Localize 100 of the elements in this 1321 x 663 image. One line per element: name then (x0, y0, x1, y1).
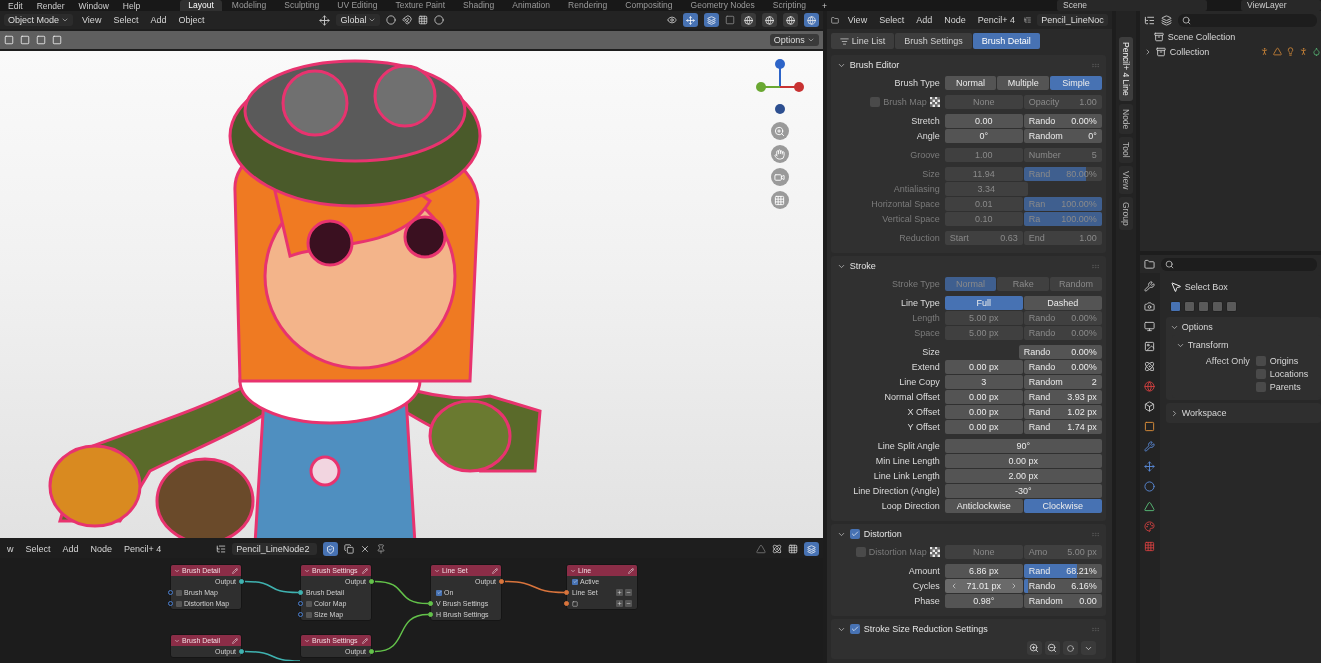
menu-item[interactable]: Window (72, 0, 115, 11)
view-layer-field[interactable]: ViewLayer (1241, 0, 1321, 11)
socket-dot[interactable] (168, 601, 173, 606)
mode-button[interactable] (1225, 300, 1237, 312)
socket-dot[interactable] (298, 590, 303, 595)
mode-button[interactable] (1169, 300, 1181, 312)
tree-item[interactable]: Scene Collection (1167, 31, 1236, 42)
mode-button[interactable] (1211, 300, 1223, 312)
socket-dot[interactable] (298, 601, 303, 606)
socket-dot[interactable] (369, 579, 374, 584)
number-field[interactable]: Random 0.00 (1023, 593, 1102, 608)
number-field[interactable]: 0.00 px (944, 389, 1023, 404)
pan-button[interactable] (770, 145, 789, 163)
close-icon[interactable] (360, 544, 371, 554)
tool-icon[interactable] (1144, 281, 1156, 292)
add-workspace-button[interactable]: + (815, 0, 833, 11)
search-field[interactable] (1160, 257, 1317, 271)
socket-dot[interactable] (428, 601, 433, 606)
section-title[interactable]: Options (1181, 322, 1213, 332)
orientation-dropdown[interactable]: Global (336, 14, 381, 26)
number-field[interactable]: 90° (944, 438, 1102, 453)
zoom-out-button[interactable] (1044, 641, 1060, 655)
checkbox[interactable] (1255, 382, 1266, 392)
axes-icon[interactable] (319, 14, 331, 26)
socket-dot[interactable] (564, 590, 569, 595)
workspace-tab[interactable]: Geometry Nodes (682, 0, 763, 11)
editor-type-icon[interactable] (830, 14, 839, 26)
node-tree-field[interactable]: Pencil_LineNoc (1037, 14, 1108, 26)
workspace-tab[interactable]: Scripting (764, 0, 814, 11)
number-field[interactable]: Random 0° (1023, 128, 1102, 143)
checkbox[interactable] (306, 600, 312, 607)
panel-title[interactable]: Stroke (849, 261, 1087, 271)
section-title[interactable]: Workspace (1181, 408, 1227, 418)
socket-dot[interactable] (369, 649, 374, 654)
number-field[interactable]: Rando 0.00% (1023, 113, 1102, 128)
mode-dropdown[interactable]: Object Mode (4, 14, 74, 26)
option-button[interactable]: Normal (944, 75, 997, 90)
magnet-icon[interactable] (402, 15, 413, 25)
menu-item[interactable]: Render (30, 0, 71, 11)
fake-user-button[interactable] (323, 542, 339, 556)
shading-button[interactable] (782, 13, 798, 27)
menu-item[interactable]: View (79, 15, 105, 25)
checkbox[interactable] (572, 578, 578, 585)
slider-field[interactable]: Rando 6.16% (1023, 578, 1102, 593)
checkbox[interactable] (849, 529, 860, 539)
node-tree-field[interactable]: Pencil_LineNode2 (232, 543, 318, 555)
panel-tab[interactable]: Brush Detail (972, 33, 1040, 49)
number-field[interactable]: Rando 0.00% (1023, 359, 1102, 374)
menu-item[interactable]: Help (116, 0, 147, 11)
zoom-button[interactable] (770, 122, 789, 140)
socket-dot[interactable] (168, 590, 173, 595)
socket-dot[interactable] (239, 579, 244, 584)
mode-button[interactable] (1183, 300, 1195, 312)
menu-item[interactable]: w (4, 544, 17, 554)
option-button[interactable]: Full (944, 295, 1023, 310)
socket-dot[interactable] (564, 601, 569, 606)
camera-button[interactable] (770, 168, 789, 186)
pencil-icon[interactable] (232, 567, 238, 574)
add-button[interactable] (616, 600, 623, 607)
menu-item[interactable]: Select (110, 15, 142, 25)
number-field[interactable]: 0° (944, 128, 1023, 143)
number-field[interactable]: 71.01 px (944, 578, 1023, 593)
checkbox[interactable] (436, 589, 442, 596)
scene-field[interactable]: Scene (1057, 0, 1207, 11)
number-field[interactable]: 6.86 px (944, 563, 1023, 578)
pencil-icon[interactable] (628, 567, 634, 574)
remove-button[interactable] (625, 589, 632, 596)
panel-tab[interactable]: Brush Settings (895, 33, 972, 49)
search-field[interactable] (1177, 13, 1317, 27)
shading-button[interactable] (803, 13, 819, 27)
node-tree-icon[interactable] (216, 544, 227, 554)
grid-button[interactable] (770, 191, 789, 209)
caret-button[interactable] (1080, 641, 1096, 655)
shading-button[interactable] (761, 13, 777, 27)
number-field[interactable]: 0.00 (944, 113, 1023, 128)
number-field[interactable]: 0.00 px (944, 453, 1102, 468)
section-title[interactable]: Transform (1187, 340, 1229, 350)
number-field[interactable]: Rand 1.74 px (1023, 419, 1102, 434)
socket-dot[interactable] (428, 612, 433, 617)
option-button[interactable]: Dashed (1023, 295, 1102, 310)
number-field[interactable]: Random 2 (1023, 374, 1102, 389)
sidebar-tab[interactable]: View (1118, 165, 1133, 194)
modifier-icon[interactable] (1144, 441, 1156, 452)
sidebar-tab[interactable]: Group (1118, 196, 1133, 231)
tree-item[interactable]: Collection (1169, 46, 1210, 57)
socket-dot[interactable] (239, 649, 244, 654)
menu-item[interactable]: Node (87, 544, 116, 554)
copy-icon[interactable] (344, 544, 355, 554)
menu-item[interactable]: Select (22, 544, 54, 554)
checkbox[interactable] (176, 589, 182, 596)
add-button[interactable] (616, 589, 623, 596)
pencil-icon[interactable] (362, 567, 368, 574)
menu-item[interactable]: Edit (2, 0, 29, 11)
menu-item[interactable]: View (844, 15, 871, 25)
number-field[interactable]: 0.00 px (944, 404, 1023, 419)
pin-icon[interactable] (376, 544, 387, 554)
material-icon[interactable] (1144, 521, 1156, 532)
menu-item[interactable]: Node (941, 15, 969, 25)
workspace-tab[interactable]: Texture Paint (387, 0, 454, 11)
panel-title[interactable]: Distortion (863, 529, 1087, 539)
